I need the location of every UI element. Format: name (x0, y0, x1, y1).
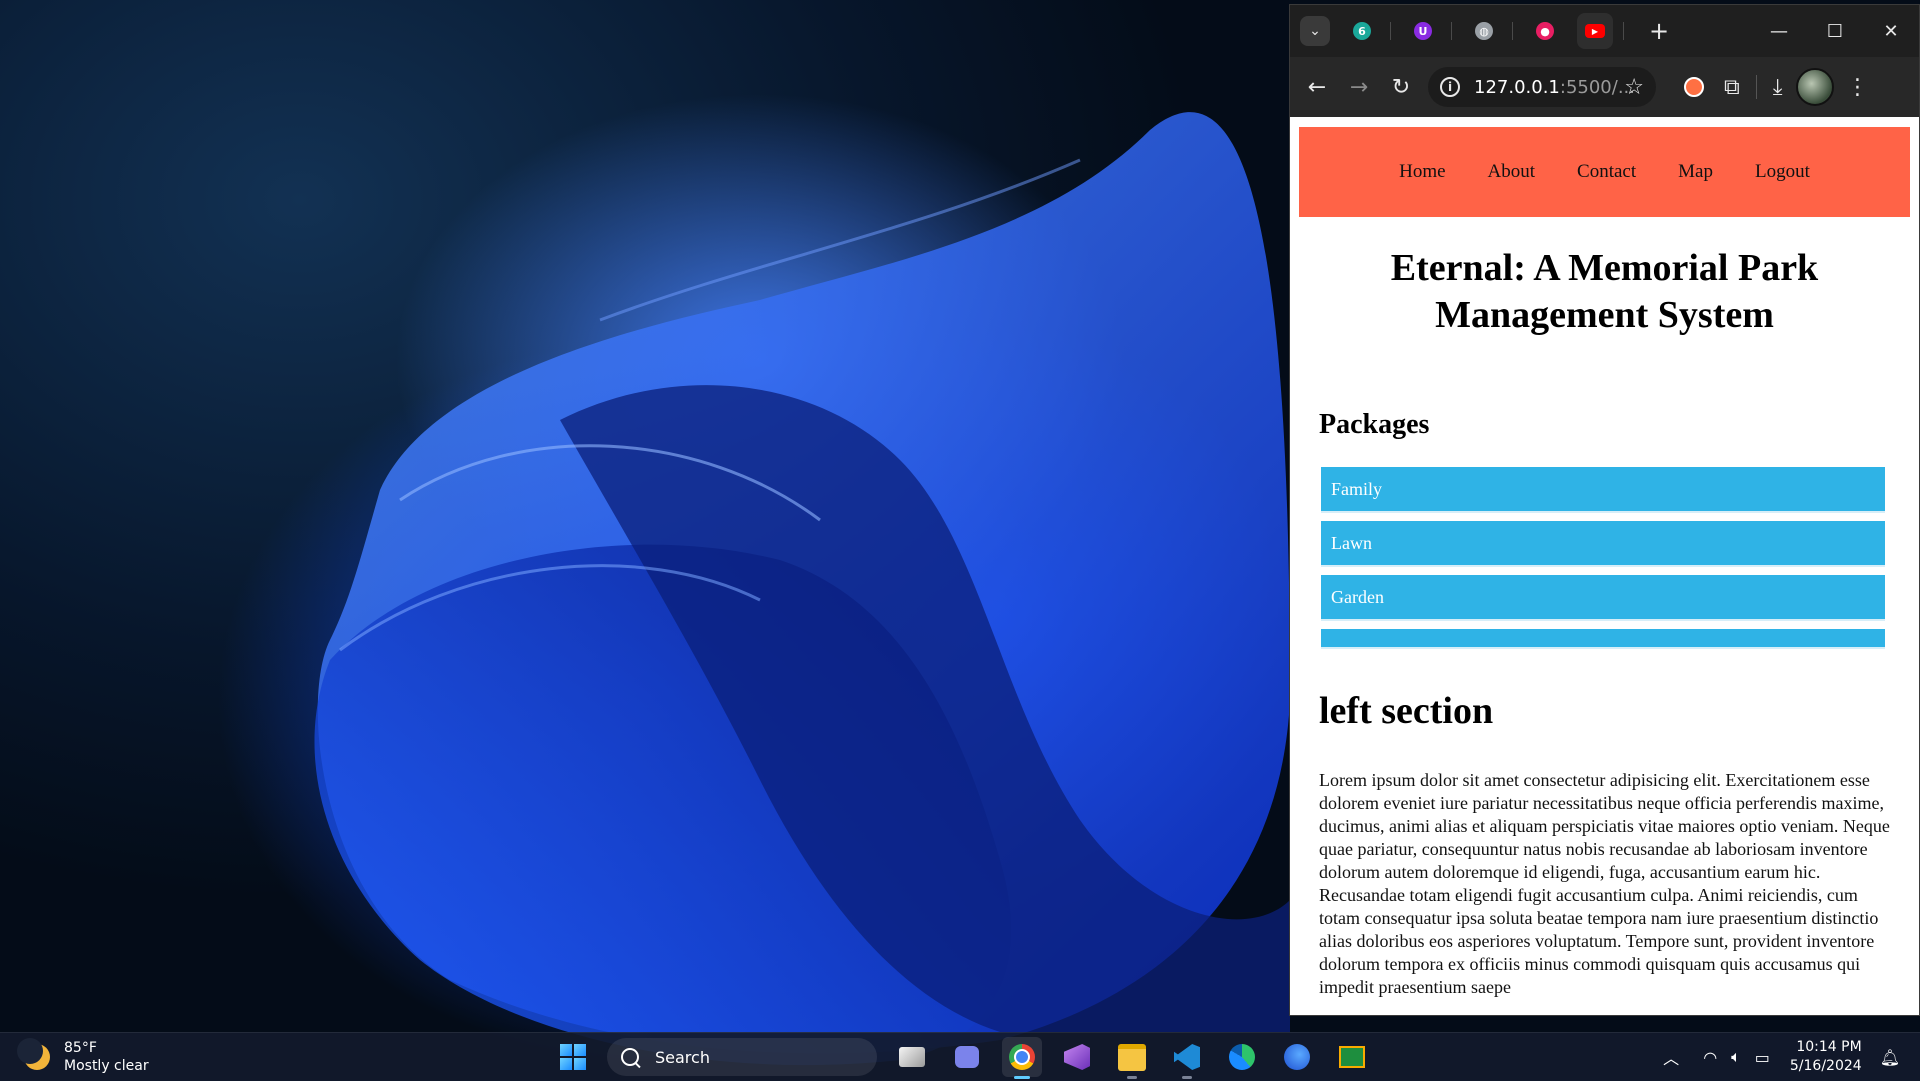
nav-link-logout[interactable]: Logout (1755, 161, 1810, 183)
maximize-icon[interactable]: ☐ (1807, 5, 1863, 57)
task-view-icon (899, 1047, 925, 1067)
vscode-app[interactable] (1167, 1037, 1207, 1079)
windows-logo-icon (560, 1044, 586, 1070)
browser-window: ⌄ 6 U ◍ ● ▶ + — ☐ ✕ ← → ↻ i 127.0.0.1:55… (1289, 4, 1920, 1016)
visual-studio-icon (1064, 1044, 1090, 1070)
wifi-icon[interactable]: ◠ (1703, 1048, 1717, 1067)
address-url[interactable]: 127.0.0.1:5500/... (1474, 77, 1635, 98)
back-arrow-icon[interactable]: ← (1296, 66, 1338, 108)
folder-icon (1118, 1043, 1146, 1071)
tab-favicon-icon: U (1414, 22, 1432, 40)
toolbar-separator (1755, 75, 1757, 99)
page-title: Eternal: A Memorial Park Management Syst… (1390, 247, 1819, 336)
youtube-icon: ▶ (1585, 24, 1605, 38)
tab-separator (1623, 22, 1624, 40)
edge-app[interactable] (1222, 1037, 1262, 1077)
window-controls: — ☐ ✕ (1751, 5, 1919, 57)
weather-widget[interactable]: 85°F Mostly clear (17, 1038, 149, 1075)
reload-icon[interactable]: ↻ (1380, 66, 1422, 108)
chevron-up-icon[interactable]: ︿ (1663, 1045, 1679, 1069)
search-icon (621, 1048, 639, 1066)
nav-link-map[interactable]: Map (1678, 161, 1713, 183)
clock-time: 10:14 PM (1796, 1039, 1862, 1055)
chrome-icon (1009, 1044, 1035, 1070)
package-item-garden[interactable]: Garden (1321, 575, 1885, 621)
weather-temperature: 85°F (64, 1040, 97, 1056)
profile-avatar[interactable] (1796, 68, 1835, 106)
download-icon[interactable]: ⤓ (1773, 75, 1783, 100)
packages-heading: Packages (1319, 409, 1430, 440)
browser-tab-5-active[interactable]: ▶ (1577, 13, 1613, 49)
left-section-paragraph: Lorem ipsum dolor sit amet consectetur a… (1319, 770, 1890, 997)
clock-date: 5/16/2024 (1789, 1058, 1862, 1074)
taskbar-apps: Search (553, 1037, 1372, 1079)
tab-search-chevron-icon[interactable]: ⌄ (1300, 16, 1330, 46)
taskbar-search[interactable]: Search (607, 1038, 877, 1076)
volume-icon[interactable]: 🔈︎ (1731, 1047, 1741, 1067)
tab-separator (1451, 22, 1452, 40)
browser-tab-2[interactable]: U (1405, 13, 1441, 49)
app-running-indicator (1014, 1076, 1030, 1079)
notification-bell-icon[interactable]: 🔔︎ (1880, 1048, 1900, 1067)
file-explorer-app[interactable] (1112, 1037, 1152, 1079)
tab-favicon-icon: ● (1536, 22, 1554, 40)
browser-tab-3[interactable]: ◍ (1466, 13, 1502, 49)
tab-separator (1390, 22, 1391, 40)
browser-toolbar: ← → ↻ i 127.0.0.1:5500/... ☆ ⧉ ⤓ ⋮ (1290, 57, 1919, 117)
nav-link-contact[interactable]: Contact (1577, 161, 1636, 183)
globe-icon: ◍ (1475, 22, 1493, 40)
forward-arrow-icon[interactable]: → (1338, 66, 1380, 108)
minimize-icon[interactable]: — (1751, 5, 1807, 57)
site-navbar: Home About Contact Map Logout (1299, 127, 1910, 217)
edge-icon (1229, 1044, 1255, 1070)
app-running-indicator (1127, 1076, 1137, 1079)
app-running-indicator (1182, 1076, 1192, 1079)
address-bar[interactable]: i 127.0.0.1:5500/... ☆ (1428, 67, 1656, 107)
start-button[interactable] (553, 1037, 593, 1077)
task-view-app[interactable] (892, 1037, 932, 1077)
taskbar-clock[interactable]: 10:14 PM 5/16/2024 (1790, 1038, 1862, 1076)
vscode-icon (1174, 1044, 1200, 1070)
battery-icon[interactable]: ▭ (1755, 1048, 1770, 1067)
site-info-icon[interactable]: i (1440, 77, 1460, 97)
weather-description: Mostly clear (64, 1058, 149, 1074)
taskbar: 85°F Mostly clear Search ︿ ◠ 🔈︎ ▭ 10:14 … (0, 1032, 1920, 1081)
taskbar-search-label: Search (655, 1047, 710, 1067)
teams-app[interactable] (947, 1037, 987, 1077)
moon-cloud-icon (17, 1038, 50, 1070)
browser-tab-bar: ⌄ 6 U ◍ ● ▶ + — ☐ ✕ (1290, 5, 1919, 57)
tab-favicon-icon: 6 (1353, 22, 1371, 40)
menu-dots-icon[interactable]: ⋮ (1846, 75, 1868, 100)
browser-tab-1[interactable]: 6 (1344, 13, 1380, 49)
browser-tab-4[interactable]: ● (1527, 13, 1563, 49)
package-item-lawn[interactable]: Lawn (1321, 521, 1885, 567)
new-tab-plus-icon[interactable]: + (1644, 17, 1674, 45)
extensions-puzzle-icon[interactable]: ⧉ (1724, 75, 1740, 100)
nav-link-about[interactable]: About (1488, 161, 1536, 183)
package-item-family[interactable]: Family (1321, 467, 1885, 513)
left-section-heading: left section (1319, 690, 1494, 732)
page-viewport: Home About Contact Map Logout Eternal: A… (1290, 117, 1919, 1015)
chrome-app[interactable] (1002, 1037, 1042, 1079)
extension-icon[interactable] (1684, 77, 1704, 97)
system-tray: ︿ ◠ 🔈︎ ▭ 10:14 PM 5/16/2024 🔔︎ (1649, 1033, 1900, 1081)
visual-studio-app[interactable] (1057, 1037, 1097, 1077)
packages-list: Family Lawn Garden (1321, 467, 1885, 649)
close-icon[interactable]: ✕ (1863, 5, 1919, 57)
tab-separator (1512, 22, 1513, 40)
classroom-app[interactable] (1332, 1037, 1372, 1077)
firefox-app[interactable] (1277, 1037, 1317, 1077)
firefox-icon (1284, 1044, 1310, 1070)
video-chat-icon (955, 1046, 979, 1068)
bookmark-star-icon[interactable]: ☆ (1624, 75, 1644, 100)
nav-link-home[interactable]: Home (1399, 161, 1445, 183)
classroom-icon (1339, 1046, 1365, 1068)
url-host: 127.0.0.1 (1474, 76, 1560, 98)
package-item-partial[interactable] (1321, 629, 1885, 649)
